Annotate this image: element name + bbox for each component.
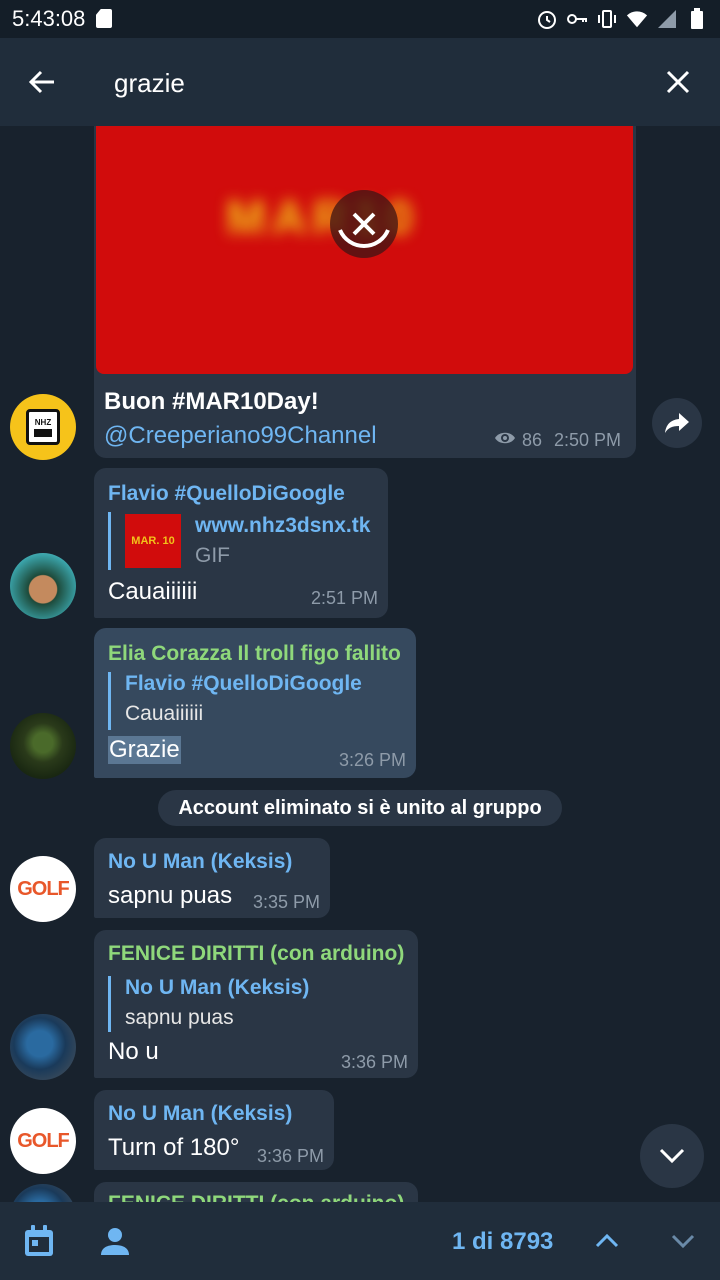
message-text: Cauaiiiiii [108, 578, 198, 605]
scroll-to-bottom-button[interactable] [640, 1124, 704, 1188]
next-result-button[interactable] [664, 1222, 702, 1260]
link-preview[interactable]: MAR. 10 www.nhz3dsnx.tk GIF [108, 512, 376, 570]
message-bubble[interactable]: Flavio #QuelloDiGoogle MAR. 10 www.nhz3d… [94, 468, 388, 618]
link-title: www.nhz3dsnx.tk [195, 514, 371, 537]
reply-sender-name: No U Man (Keksis) [125, 976, 310, 999]
message-time: 2:50 PM [554, 430, 622, 450]
close-icon [666, 70, 690, 94]
back-button[interactable] [20, 60, 64, 104]
message-bubble-highlighted[interactable]: Elia Corazza Il troll figo fallito Flavi… [94, 628, 416, 778]
previous-result-button[interactable] [588, 1222, 626, 1260]
message-time: 3:35 PM [252, 892, 320, 912]
alarm-icon [536, 8, 558, 30]
clear-search-button[interactable] [656, 60, 700, 104]
signal-icon [656, 8, 678, 30]
message-bubble[interactable]: FENICE DIRITTI (con arduino) No U Man (K… [94, 930, 418, 1078]
search-by-user-button[interactable] [96, 1222, 134, 1260]
sender-name[interactable]: FENICE DIRITTI (con arduino) [108, 942, 404, 966]
avatar-golf-text: GOLF [17, 877, 70, 900]
view-count: 86 [522, 430, 543, 450]
chevron-down-icon [659, 1148, 685, 1164]
message-bubble[interactable]: MAR10 Buon #MAR10Day! @Creeperiano99Chan… [94, 126, 636, 458]
avatar[interactable] [10, 553, 76, 619]
vibrate-icon [596, 8, 618, 30]
reply-sender-name: Flavio #QuelloDiGoogle [125, 672, 362, 695]
status-bar: 5:43:08 [0, 0, 720, 38]
link-subtitle: GIF [195, 544, 230, 567]
message-text: Turn of 180° [108, 1134, 240, 1161]
avatar[interactable] [10, 1014, 76, 1080]
avatar-logo-text: NHZ [34, 417, 52, 427]
sender-name[interactable]: Elia Corazza Il troll figo fallito [108, 642, 401, 666]
cancel-download-button[interactable] [330, 190, 398, 258]
link-thumbnail: MAR. 10 [125, 514, 181, 568]
calendar-icon [25, 1225, 53, 1256]
chevron-down-icon [671, 1234, 695, 1249]
avatar[interactable]: NHZ [10, 394, 76, 460]
message-text-search-match: Grazie [108, 736, 181, 764]
arrow-back-icon [28, 70, 54, 94]
vpn-key-icon [566, 8, 588, 30]
message-text: sapnu puas [108, 882, 233, 909]
battery-icon [686, 8, 708, 30]
chat-messages[interactable]: MAR10 Buon #MAR10Day! @Creeperiano99Chan… [0, 126, 720, 1202]
avatar[interactable]: GOLF [10, 856, 76, 922]
eye-icon [494, 430, 516, 451]
search-input[interactable]: grazie [114, 68, 185, 99]
search-navigation-bar: 1 di 8793 [0, 1202, 720, 1280]
sd-card-icon [96, 9, 112, 28]
share-arrow-icon [665, 413, 689, 433]
share-button[interactable] [652, 398, 702, 448]
message-time: 3:36 PM [256, 1146, 324, 1166]
status-time: 5:43:08 [12, 6, 86, 31]
avatar[interactable] [10, 713, 76, 779]
cancel-download-icon [338, 212, 390, 248]
reply-text: sapnu puas [125, 1006, 234, 1029]
message-time: 3:36 PM [340, 1052, 408, 1072]
message-bubble[interactable]: FENICE DIRITTI (con arduino) [94, 1182, 418, 1202]
service-message: Account eliminato si è unito al gruppo [158, 790, 562, 826]
post-caption: Buon #MAR10Day! [104, 388, 319, 415]
message-time: 2:51 PM [310, 588, 378, 608]
search-result-counter: 1 di 8793 [452, 1228, 554, 1255]
search-app-bar: grazie [0, 38, 720, 126]
sender-name[interactable]: No U Man (Keksis) [108, 1102, 292, 1126]
message-bubble[interactable]: No U Man (Keksis) sapnu puas 3:35 PM [94, 838, 330, 918]
wifi-icon [626, 8, 648, 30]
message-text: No u [108, 1038, 159, 1065]
reply-text: Cauaiiiiii [125, 702, 204, 725]
message-time: 3:26 PM [338, 750, 406, 770]
sender-name[interactable]: No U Man (Keksis) [108, 850, 292, 874]
avatar[interactable] [10, 1184, 76, 1202]
avatar-golf-text: GOLF [17, 1129, 70, 1152]
person-icon [101, 1228, 129, 1255]
channel-link[interactable]: @Creeperiano99Channel [104, 422, 377, 450]
avatar[interactable]: GOLF [10, 1108, 76, 1174]
media-preview[interactable]: MAR10 [96, 126, 633, 374]
message-bubble[interactable]: No U Man (Keksis) Turn of 180° 3:36 PM [94, 1090, 334, 1170]
reply-quote[interactable]: No U Man (Keksis) sapnu puas [108, 976, 398, 1032]
jump-to-date-button[interactable] [20, 1222, 58, 1260]
sender-name[interactable]: FENICE DIRITTI (con arduino) [108, 1192, 404, 1202]
chevron-up-icon [595, 1233, 619, 1248]
sender-name[interactable]: Flavio #QuelloDiGoogle [108, 482, 345, 506]
status-icons [536, 8, 708, 30]
reply-quote[interactable]: Flavio #QuelloDiGoogle Cauaiiiiii [108, 672, 398, 730]
